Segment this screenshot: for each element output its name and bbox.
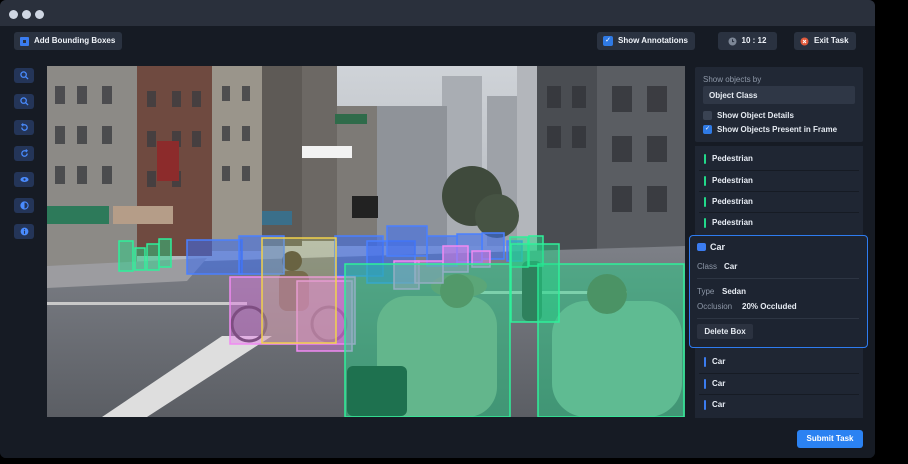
list-item-label: Car	[712, 357, 726, 366]
bounding-box-icon	[20, 36, 29, 46]
undo-icon	[20, 123, 28, 131]
list-item-label: Pedestrian	[712, 154, 753, 163]
class-field-value: Car	[724, 262, 738, 271]
show-details-option[interactable]: Show Object Details	[703, 111, 794, 120]
list-item-label: Car	[712, 379, 726, 388]
clock-icon	[728, 37, 737, 45]
class-field-label: Class	[697, 262, 718, 271]
divider	[697, 278, 859, 279]
submit-task-button[interactable]: Submit Task	[797, 430, 863, 448]
occlusion-field-value: 20% Occluded	[742, 302, 797, 311]
filter-panel: Show objects by Object Class Show Object…	[695, 67, 863, 142]
exit-icon	[800, 37, 809, 45]
zoom-in-icon	[19, 71, 29, 80]
contrast-tool[interactable]	[14, 198, 34, 213]
window-zoom-dot[interactable]	[35, 10, 44, 19]
car-color-marker	[704, 357, 706, 367]
car-class-icon	[697, 243, 706, 251]
pedestrian-color-marker	[704, 154, 706, 164]
list-item[interactable]: Car	[695, 395, 863, 415]
image-canvas[interactable]	[47, 66, 685, 417]
show-annotations-toggle[interactable]: ✓ Show Annotations	[597, 32, 695, 50]
type-field-value: Sedan	[722, 287, 747, 296]
list-item[interactable]: Pedestrian	[695, 171, 863, 191]
tool-rail	[0, 58, 44, 418]
show-present-label: Show Objects Present in Frame	[717, 125, 838, 134]
list-item-label: Pedestrian	[712, 197, 753, 206]
delete-box-button[interactable]: Delete Box	[697, 324, 753, 339]
list-item-label: Pedestrian	[712, 218, 753, 227]
task-timer: 10 : 12	[718, 32, 777, 50]
pedestrian-color-marker	[704, 197, 706, 207]
list-item[interactable]: Pedestrian	[695, 192, 863, 212]
zoom-in-tool[interactable]	[14, 68, 34, 83]
redo-tool[interactable]	[14, 146, 34, 161]
exit-task-label: Exit Task	[814, 36, 849, 45]
list-item[interactable]: Pedestrian	[695, 149, 863, 169]
selected-object-title: Car	[710, 242, 726, 252]
checkbox-checked-icon: ✓	[603, 36, 613, 46]
top-toolbar: Add Bounding Boxes ✓ Show Annotations 10…	[0, 26, 875, 58]
car-color-marker	[704, 400, 706, 410]
filter-heading: Show objects by	[703, 75, 762, 84]
window-titlebar	[0, 0, 875, 26]
show-annotations-label: Show Annotations	[618, 36, 688, 45]
timer-value: 10 : 12	[741, 36, 767, 45]
object-class-select[interactable]: Object Class	[703, 86, 855, 104]
zoom-out-tool[interactable]	[14, 94, 34, 109]
type-field-label: Type	[697, 287, 715, 296]
exit-task-button[interactable]: Exit Task	[794, 32, 856, 50]
list-item-label: Car	[712, 400, 726, 409]
window-minimize-dot[interactable]	[22, 10, 31, 19]
eye-icon	[19, 176, 29, 183]
list-item[interactable]: Car	[695, 374, 863, 394]
list-item-label: Pedestrian	[712, 176, 753, 185]
show-details-label: Show Object Details	[717, 111, 794, 120]
checkbox-checked-icon: ✓	[703, 125, 712, 134]
selected-object-card[interactable]: Car Class Car Type Sedan Occlusion 20% O…	[689, 235, 868, 348]
add-bounding-boxes-label: Add Bounding Boxes	[34, 36, 116, 45]
contrast-icon	[19, 201, 29, 210]
list-item[interactable]: Pedestrian	[695, 213, 863, 233]
occlusion-field-label: Occlusion	[697, 302, 733, 311]
footer-bar	[0, 419, 875, 458]
info-tool[interactable]	[14, 224, 34, 239]
list-item[interactable]: Car	[695, 352, 863, 372]
redo-icon	[20, 149, 28, 157]
zoom-out-icon	[19, 97, 29, 106]
pedestrian-color-marker	[704, 218, 706, 228]
select-value: Object Class	[709, 91, 758, 100]
window-close-dot[interactable]	[9, 10, 18, 19]
info-icon	[20, 227, 28, 236]
show-present-option[interactable]: ✓ Show Objects Present in Frame	[703, 125, 837, 134]
checkbox-unchecked-icon	[703, 111, 712, 120]
visibility-tool[interactable]	[14, 172, 34, 187]
pedestrian-color-marker	[704, 176, 706, 186]
add-bounding-boxes-button[interactable]: Add Bounding Boxes	[14, 32, 123, 50]
car-color-marker	[704, 379, 706, 389]
street-scene-image	[47, 66, 685, 417]
divider	[697, 318, 859, 319]
annotation-app-window: Add Bounding Boxes ✓ Show Annotations 10…	[0, 0, 875, 458]
undo-tool[interactable]	[14, 120, 34, 135]
